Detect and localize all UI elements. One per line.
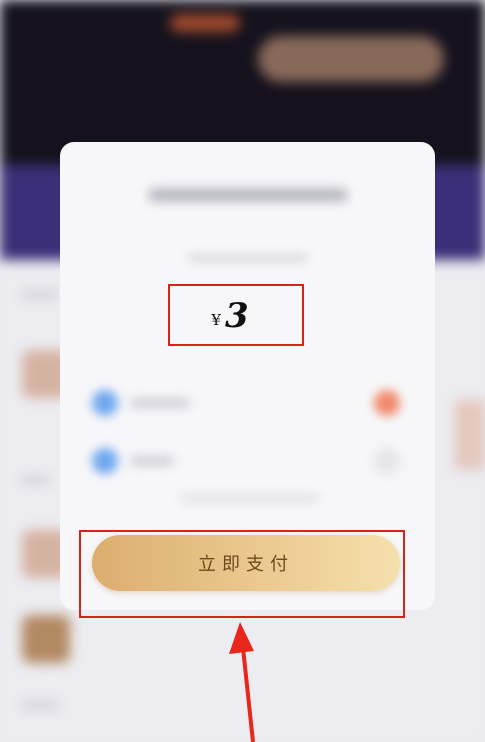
- background-header-button: [258, 36, 444, 82]
- amount-highlight-box: [168, 284, 304, 346]
- payment-method-label-blurred: [130, 456, 174, 466]
- background-badge: [170, 14, 240, 32]
- radio-selected-icon[interactable]: [374, 390, 400, 416]
- background-list-line: [20, 475, 50, 485]
- dialog-title-blurred: [148, 188, 348, 202]
- payment-method-icon: [92, 390, 118, 416]
- background-side-tag: [455, 400, 485, 470]
- dialog-subtitle-blurred: [188, 254, 308, 262]
- dialog-footnote-blurred: [180, 494, 320, 502]
- payment-method-label-blurred: [130, 398, 190, 408]
- radio-unselected-icon[interactable]: [374, 448, 400, 474]
- payment-method-icon: [92, 448, 118, 474]
- background-header: [0, 0, 485, 165]
- background-list-line: [20, 700, 60, 710]
- background-thumbnail: [22, 615, 70, 663]
- background-list-line: [20, 290, 60, 300]
- button-highlight-box: [79, 530, 405, 618]
